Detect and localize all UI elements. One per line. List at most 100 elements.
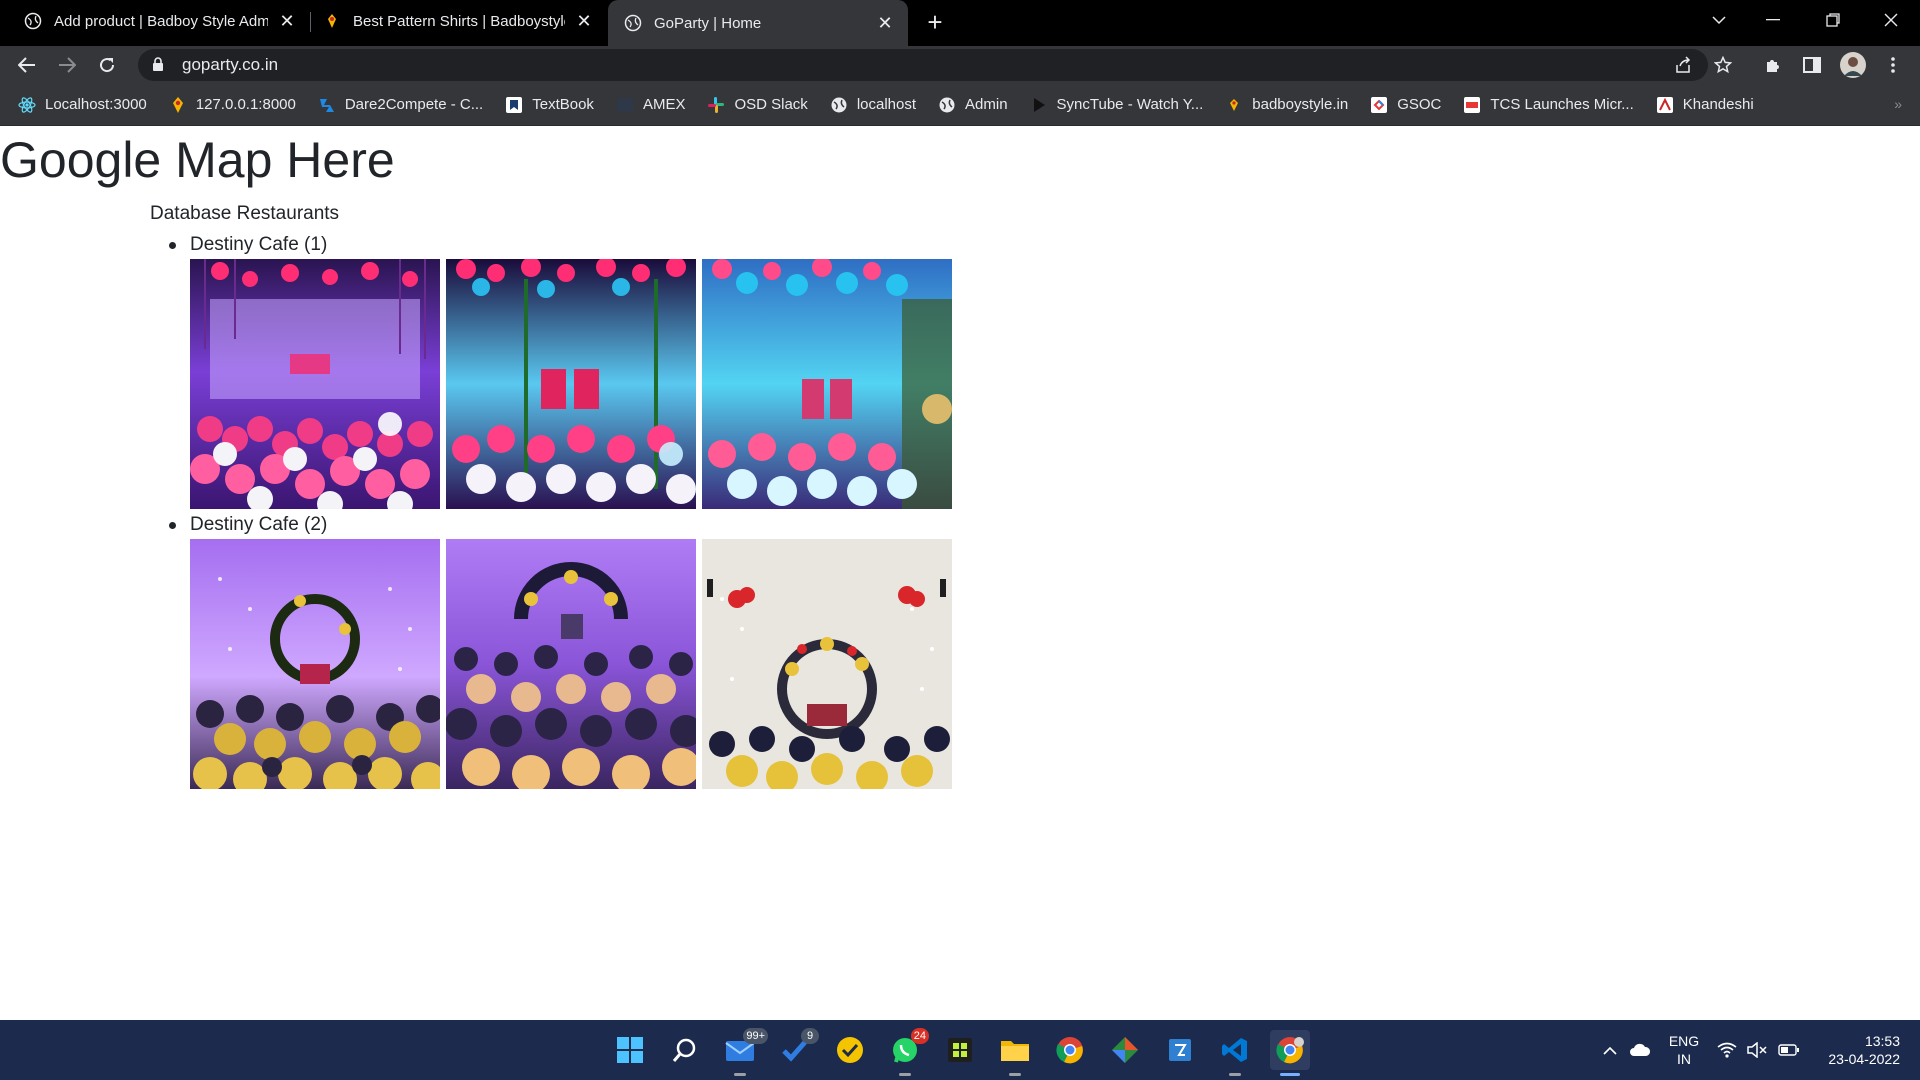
vscode-icon[interactable] [1215, 1030, 1255, 1076]
chrome-icon[interactable] [1050, 1030, 1090, 1070]
mail-badge: 99+ [743, 1028, 768, 1044]
forward-button[interactable] [52, 50, 82, 80]
mail-icon[interactable]: 99+ [720, 1028, 768, 1076]
extensions-icon[interactable] [1758, 50, 1788, 80]
close-icon[interactable]: ✕ [276, 10, 298, 32]
clock-time: 13:53 [1864, 1033, 1900, 1049]
slack-icon [707, 96, 725, 114]
section-title: Database Restaurants [150, 203, 340, 224]
store-icon[interactable] [1160, 1030, 1200, 1070]
battery-icon[interactable] [1776, 1030, 1802, 1070]
tab-badboy-admin[interactable]: Add product | Badboy Style Adm ✕ [0, 0, 310, 42]
badboy-icon [1225, 96, 1243, 114]
bookmark-localhost[interactable]: localhost [830, 96, 916, 114]
whatsapp-icon[interactable]: 24 [885, 1028, 929, 1076]
minimize-button[interactable] [1744, 0, 1802, 40]
bookmark-tcs[interactable]: TCS Launches Micr... [1463, 96, 1634, 114]
running-indicator [1229, 1073, 1241, 1076]
share-icon[interactable] [1668, 50, 1698, 80]
menu-icon[interactable] [1878, 50, 1908, 80]
restaurant-photo[interactable] [190, 259, 440, 509]
folder-icon[interactable] [995, 1030, 1035, 1076]
bookmark-osd-slack[interactable]: OSD Slack [707, 96, 808, 114]
restaurant-photo[interactable] [446, 539, 696, 789]
address-bar[interactable]: goparty.co.in [138, 49, 1708, 81]
chevron-up-icon[interactable] [1598, 1030, 1622, 1070]
chrome-profile-icon[interactable] [1270, 1030, 1310, 1076]
language-code: ENG [1668, 1033, 1700, 1049]
url-text[interactable]: goparty.co.in [182, 55, 278, 75]
side-panel-icon[interactable] [1797, 50, 1827, 80]
tasks-icon[interactable] [830, 1030, 870, 1070]
start-icon[interactable] [610, 1030, 650, 1070]
git-icon[interactable] [1105, 1030, 1145, 1070]
region-code: IN [1677, 1051, 1691, 1067]
bookmarks-overflow-icon[interactable]: » [1894, 96, 1902, 112]
language-indicator[interactable]: ENG IN [1664, 1032, 1704, 1068]
bookmark-dare2compete[interactable]: Dare2Compete - C... [318, 96, 483, 114]
whatsapp-badge: 24 [910, 1028, 929, 1044]
new-tab-button[interactable]: + [920, 7, 950, 37]
tab-goparty[interactable]: GoParty | Home ✕ [608, 0, 908, 46]
bookmark-label: Admin [965, 96, 1008, 113]
bookmark-gsoc[interactable]: GSOC [1370, 96, 1441, 114]
bookmark-amex[interactable]: AMEX [616, 96, 685, 114]
tab-search-icon[interactable] [1690, 0, 1748, 40]
badboy-icon [323, 12, 341, 30]
onedrive-icon[interactable] [1626, 1030, 1654, 1070]
tab-title: Add product | Badboy Style Adm [54, 12, 268, 30]
bookmark-khandeshi[interactable]: Khandeshi [1656, 96, 1754, 114]
bookmark-label: TextBook [532, 96, 594, 113]
bookmark-synctube[interactable]: SyncTube - Watch Y... [1030, 96, 1204, 114]
running-indicator [899, 1073, 911, 1076]
profile-avatar[interactable] [1838, 50, 1868, 80]
bookmark-localhost-3000[interactable]: Localhost:3000 [18, 96, 147, 114]
badboy-icon [169, 96, 187, 114]
search-icon[interactable] [665, 1030, 705, 1070]
globe-icon [24, 12, 42, 30]
tcs-icon [1463, 96, 1481, 114]
reload-button[interactable] [92, 50, 122, 80]
bookmark-textbook[interactable]: TextBook [505, 96, 594, 114]
khandeshi-icon [1656, 96, 1674, 114]
close-window-button[interactable] [1862, 0, 1920, 40]
volume-muted-icon[interactable] [1744, 1030, 1770, 1070]
bookmark-label: SyncTube - Watch Y... [1056, 96, 1204, 113]
system-clock[interactable]: 13:53 23-04-2022 [1814, 1032, 1900, 1068]
tab-title: Best Pattern Shirts | Badboystyle [353, 12, 565, 30]
bookmark-127-0-0-1[interactable]: 127.0.0.1:8000 [169, 96, 296, 114]
back-button[interactable] [12, 50, 42, 80]
todo-icon[interactable]: 9 [775, 1028, 819, 1070]
tab-badboystyle[interactable]: Best Pattern Shirts | Badboystyle ✕ [311, 0, 607, 42]
globe-icon [624, 14, 642, 32]
restaurant-photo[interactable] [702, 539, 952, 789]
bookmark-badboystyle[interactable]: badboystyle.in [1225, 96, 1348, 114]
todo-badge: 9 [801, 1028, 819, 1044]
bookmarks-bar: Localhost:3000 127.0.0.1:8000 Dare2Compe… [0, 84, 1920, 126]
clock-date: 23-04-2022 [1828, 1051, 1900, 1067]
wifi-icon[interactable] [1714, 1030, 1740, 1070]
restaurant-item: Destiny Cafe (1) [169, 231, 952, 509]
restore-button[interactable] [1804, 0, 1862, 40]
restaurant-photo[interactable] [446, 259, 696, 509]
lock-icon[interactable] [152, 57, 168, 73]
globe-icon [938, 96, 956, 114]
amex-icon [616, 96, 634, 114]
bookmark-admin[interactable]: Admin [938, 96, 1008, 114]
tab-title: GoParty | Home [654, 14, 762, 32]
close-icon[interactable]: ✕ [573, 10, 595, 32]
globe-icon [830, 96, 848, 114]
bookmark-label: Khandeshi [1682, 96, 1754, 113]
browser-toolbar: goparty.co.in [0, 46, 1920, 84]
restaurant-photo[interactable] [190, 539, 440, 789]
bookmark-label: Dare2Compete - C... [344, 96, 484, 113]
bookmark-label: Localhost:3000 [45, 96, 147, 113]
close-icon[interactable]: ✕ [874, 12, 896, 34]
restaurant-photo[interactable] [702, 259, 952, 509]
bookmark-label: localhost [856, 96, 917, 113]
bookmark-label: TCS Launches Micr... [1490, 96, 1634, 113]
textbook-icon [505, 96, 523, 114]
bookmark-star-icon[interactable] [1708, 50, 1738, 80]
app-icon[interactable] [940, 1030, 980, 1070]
bookmark-label: 127.0.0.1:8000 [195, 96, 296, 113]
